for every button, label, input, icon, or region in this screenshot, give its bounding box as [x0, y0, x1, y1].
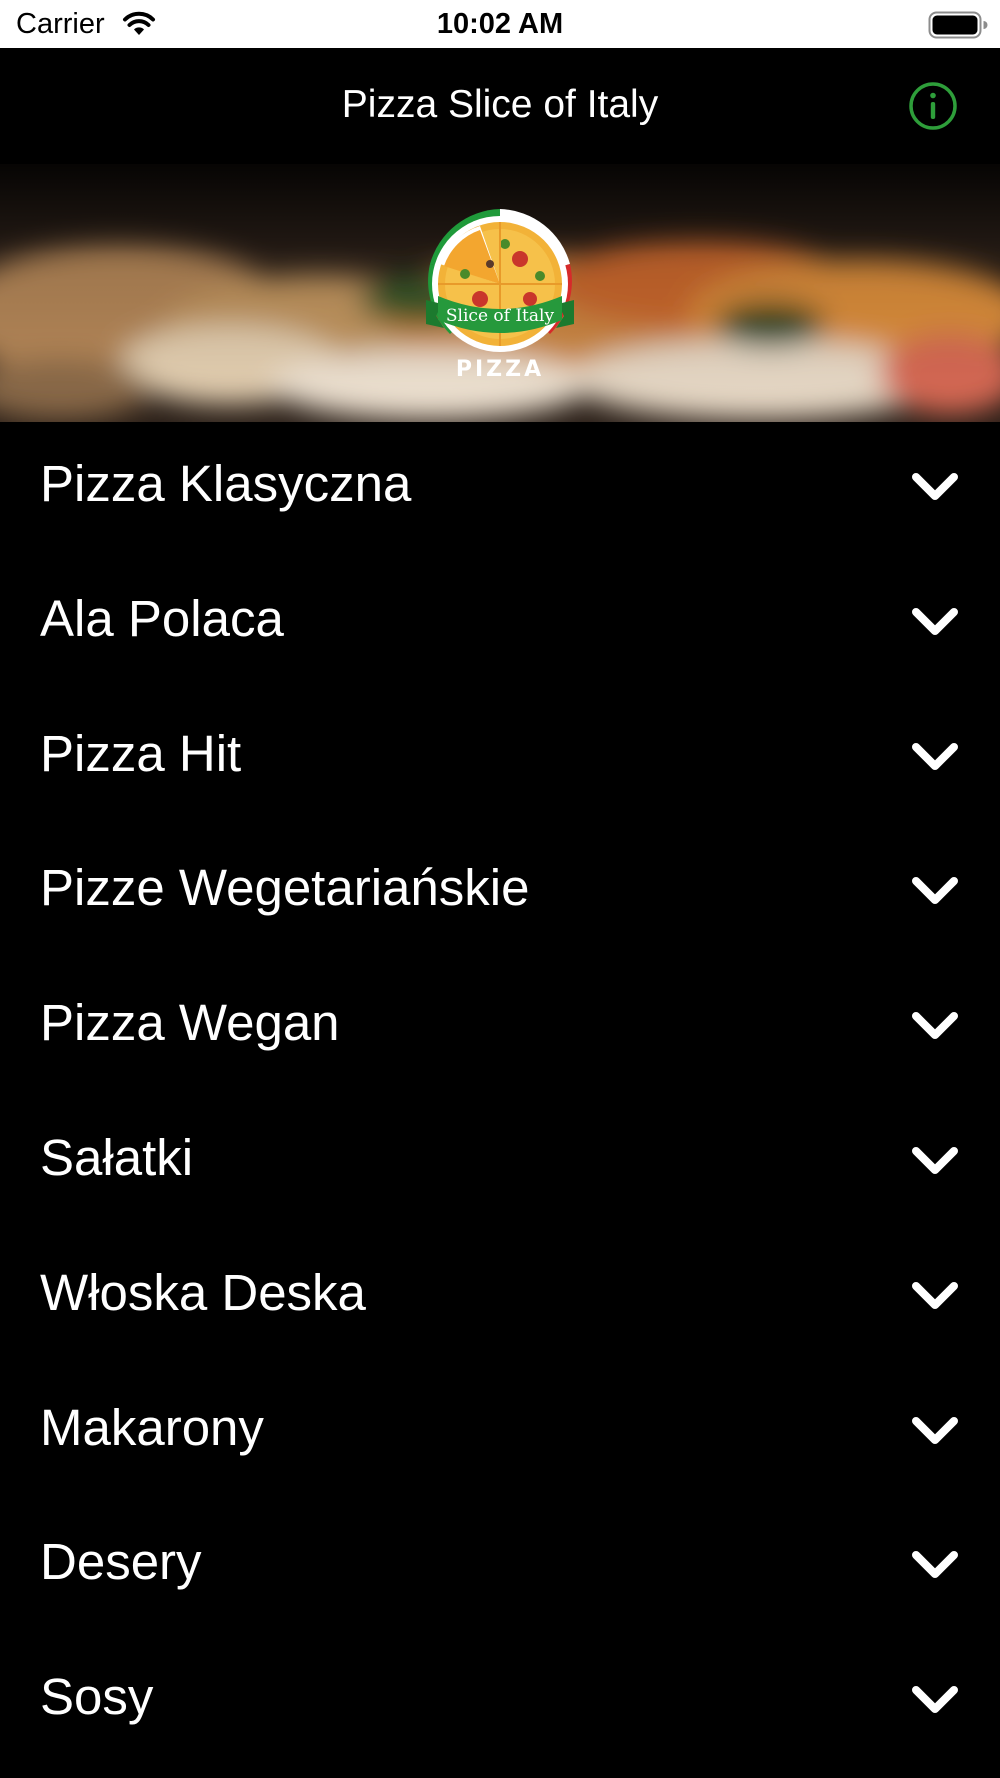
menu-category-label: Ala Polaca — [40, 589, 284, 647]
menu-category-label: Włoska Deska — [40, 1263, 366, 1321]
menu-category-label: Pizza Hit — [40, 724, 242, 782]
chevron-down-icon[interactable] — [910, 1279, 960, 1313]
chevron-down-icon[interactable] — [910, 874, 960, 908]
menu-category-item[interactable]: Pizza Wegan — [0, 961, 1000, 1096]
menu-category-item[interactable]: Ala Polaca — [0, 557, 1000, 692]
menu-category-item[interactable]: Desery — [0, 1500, 1000, 1635]
chevron-down-icon[interactable] — [910, 1683, 960, 1717]
menu-category-label: Pizza Wegan — [40, 994, 340, 1052]
menu-category-item[interactable]: Pizza Hit — [0, 692, 1000, 827]
menu-category-item[interactable]: Pizze Wegetariańskie — [0, 826, 1000, 961]
chevron-down-icon[interactable] — [910, 1144, 960, 1178]
status-time: 10:02 AM — [436, 8, 564, 40]
hero-banner: Slice of Italy PIZZA — [0, 164, 1000, 422]
chevron-down-icon[interactable] — [910, 605, 960, 639]
info-icon[interactable] — [908, 81, 958, 131]
menu-category-label: Sosy — [40, 1668, 154, 1726]
logo-word: PIZZA — [456, 357, 544, 382]
chevron-down-icon[interactable] — [910, 1414, 960, 1448]
menu-category-label: Makarony — [40, 1398, 264, 1456]
menu-category-item[interactable]: Włoska Deska — [0, 1231, 1000, 1366]
menu-category-list: Pizza Klasyczna Ala Polaca Pizza Hit Piz… — [0, 422, 1000, 1770]
slice-of-italy-logo: Slice of Italy PIZZA — [426, 209, 574, 382]
page-title: Pizza Slice of Italy — [341, 83, 659, 126]
status-bar: Carrier 10:02 AM — [0, 0, 1000, 48]
menu-category-label: Pizze Wegetariańskie — [40, 859, 530, 917]
app-screen: Carrier 10:02 AM Pizza Slice of Italy Sl… — [0, 0, 1000, 1778]
battery-icon — [928, 11, 988, 39]
menu-category-item[interactable]: Sałatki — [0, 1096, 1000, 1231]
chevron-down-icon[interactable] — [910, 1548, 960, 1582]
nav-bar: Pizza Slice of Italy — [0, 48, 1000, 164]
menu-category-item[interactable]: Pizza Klasyczna — [0, 422, 1000, 557]
menu-category-label: Pizza Klasyczna — [40, 455, 412, 512]
chevron-down-icon[interactable] — [910, 740, 960, 774]
menu-category-item[interactable]: Makarony — [0, 1366, 1000, 1501]
logo-banner-text: Slice of Italy — [446, 306, 555, 326]
menu-category-item[interactable]: Sosy — [0, 1635, 1000, 1770]
menu-category-label: Sałatki — [40, 1128, 194, 1186]
chevron-down-icon[interactable] — [910, 1009, 960, 1043]
menu-category-label: Desery — [40, 1533, 202, 1591]
chevron-down-icon[interactable] — [910, 470, 960, 504]
